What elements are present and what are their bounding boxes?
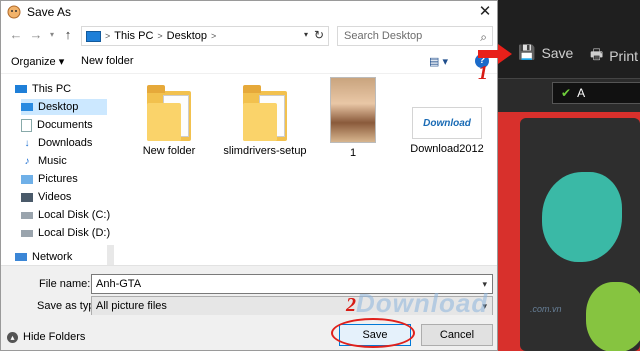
sidebar-item-label: Local Disk (C:) bbox=[38, 209, 111, 221]
save-button-highlight bbox=[331, 318, 415, 348]
file-name-label: slimdrivers-setup bbox=[223, 145, 307, 157]
close-button[interactable]: ✕ bbox=[475, 3, 495, 21]
file-item-slimdrivers-setup[interactable]: slimdrivers-setup bbox=[217, 85, 313, 157]
image-thumbnail bbox=[330, 77, 376, 143]
videos-icon bbox=[21, 192, 33, 202]
breadcrumb-separator: > bbox=[211, 31, 217, 41]
file-name-label: New folder bbox=[142, 145, 196, 157]
change-view-button[interactable]: ▤ ▾ bbox=[429, 55, 448, 68]
background-artwork bbox=[490, 112, 640, 351]
recent-locations-dropdown-icon[interactable]: ▾ bbox=[45, 27, 59, 43]
breadcrumb-desktop[interactable]: Desktop bbox=[167, 30, 207, 42]
file-item-1[interactable]: 1 bbox=[313, 77, 393, 159]
background-status-bar: ✔ A bbox=[552, 82, 640, 104]
breadcrumb-this-pc[interactable]: This PC bbox=[114, 30, 153, 42]
checkmark-icon: ✔ bbox=[561, 86, 572, 100]
printer-icon: 🖶 bbox=[590, 46, 604, 62]
file-item-new-folder[interactable]: New folder bbox=[129, 85, 209, 157]
up-arrow-icon[interactable]: ↑ bbox=[61, 27, 75, 43]
folder-icon bbox=[147, 85, 191, 141]
back-arrow-icon[interactable]: ← bbox=[9, 27, 23, 43]
sidebar-item-local-disk-c[interactable]: Local Disk (C:) bbox=[21, 207, 121, 223]
sidebar-item-downloads[interactable]: ↓ Downloads bbox=[21, 135, 121, 151]
command-bar: Organize ▾ New folder ▤ ▾ ? bbox=[1, 49, 497, 74]
new-folder-button[interactable]: New folder bbox=[81, 55, 134, 67]
search-placeholder: Search Desktop bbox=[344, 30, 423, 42]
computer-icon bbox=[15, 85, 27, 93]
dialog-title: Save As bbox=[27, 5, 72, 19]
sidebar-item-label: Local Disk (D:) bbox=[38, 227, 111, 239]
floppy-disk-icon: 💾 bbox=[518, 44, 536, 60]
background-status-label: A bbox=[577, 86, 586, 100]
background-toolbar: 💾 Save 🖶 Print bbox=[490, 0, 640, 79]
forward-arrow-icon[interactable]: → bbox=[29, 27, 43, 43]
background-save-label: Save bbox=[541, 44, 574, 61]
file-name-label: 1 bbox=[349, 147, 357, 159]
sidebar-item-label: This PC bbox=[32, 83, 72, 95]
sidebar-item-label: Desktop bbox=[38, 101, 79, 113]
hide-folders-label: Hide Folders bbox=[23, 331, 86, 343]
cancel-button[interactable]: Cancel bbox=[421, 324, 493, 346]
downloads-icon: ↓ bbox=[24, 137, 30, 149]
navigation-pane: This PC Desktop Documents ↓ Downloads ♪ … bbox=[1, 75, 115, 335]
file-item-download2012[interactable]: Download Download2012 bbox=[407, 107, 487, 155]
thumbnail-text: Download bbox=[423, 117, 471, 129]
sidebar-item-label: Documents bbox=[37, 119, 93, 131]
background-print-button[interactable]: 🖶 Print bbox=[590, 44, 638, 68]
watermark-text: Download bbox=[356, 288, 489, 318]
music-icon: ♪ bbox=[24, 155, 30, 167]
address-bar[interactable]: > This PC > Desktop > ▾ ↻ bbox=[81, 26, 329, 46]
drive-icon bbox=[21, 229, 33, 237]
address-dropdown-icon[interactable]: ▾ bbox=[304, 30, 308, 39]
step-one-marker: 1 bbox=[478, 62, 488, 84]
image-thumbnail: Download bbox=[412, 107, 482, 139]
sidebar-item-desktop[interactable]: Desktop bbox=[21, 99, 107, 115]
sidebar-item-videos[interactable]: Videos bbox=[21, 189, 121, 205]
pictures-icon bbox=[21, 174, 33, 184]
sidebar-item-label: Videos bbox=[38, 191, 72, 203]
sidebar-item-local-disk-d[interactable]: Local Disk (D:) bbox=[21, 225, 121, 241]
file-name-value: Anh-GTA bbox=[96, 278, 142, 290]
drive-icon bbox=[21, 211, 33, 219]
file-list: New folder slimdrivers-setup 1 Download … bbox=[115, 75, 497, 265]
close-icon: ✕ bbox=[478, 3, 492, 20]
breadcrumb-separator: > bbox=[105, 31, 111, 41]
watermark-domain: .com.vn bbox=[530, 304, 562, 314]
save-as-type-value: All picture files bbox=[96, 300, 167, 312]
sidebar-item-this-pc[interactable]: This PC bbox=[15, 81, 115, 97]
background-print-label: Print bbox=[609, 48, 639, 64]
hide-folders-button[interactable]: ▴ Hide Folders bbox=[7, 331, 85, 343]
sidebar-item-label: Downloads bbox=[38, 137, 93, 149]
sidebar-item-pictures[interactable]: Pictures bbox=[21, 171, 121, 187]
breadcrumb-separator: > bbox=[157, 31, 163, 41]
sidebar-item-documents[interactable]: Documents bbox=[21, 117, 121, 133]
documents-icon bbox=[21, 118, 32, 132]
sidebar-item-music[interactable]: ♪ Music bbox=[21, 153, 121, 169]
dialog-app-icon bbox=[7, 5, 21, 19]
organize-menu-button[interactable]: Organize ▾ bbox=[11, 55, 64, 68]
search-input[interactable]: Search Desktop ⌕ bbox=[337, 26, 493, 46]
sidebar-item-label: Network bbox=[32, 251, 73, 263]
refresh-icon[interactable]: ↻ bbox=[314, 28, 324, 42]
title-bar[interactable]: Save As ✕ bbox=[1, 1, 497, 23]
step-two-marker: 2 bbox=[346, 294, 356, 316]
artwork-green-shape bbox=[586, 282, 640, 351]
file-name-label: Download2012 bbox=[410, 143, 484, 155]
chevron-up-icon: ▴ bbox=[7, 331, 18, 343]
sidebar-item-label: Music bbox=[38, 155, 67, 167]
sidebar-item-network[interactable]: Network bbox=[15, 249, 115, 265]
sidebar-item-label: Pictures bbox=[38, 173, 78, 185]
desktop-icon bbox=[21, 103, 33, 111]
network-icon bbox=[15, 253, 27, 261]
folder-icon bbox=[243, 85, 287, 141]
dialog-footer: ▴ Hide Folders Save Cancel bbox=[1, 315, 497, 350]
computer-icon bbox=[86, 30, 101, 42]
navigation-bar: ← → ▾ ↑ > This PC > Desktop > ▾ ↻ Search… bbox=[1, 23, 497, 49]
background-save-button[interactable]: 💾 Save bbox=[518, 44, 573, 61]
artwork-teal-shape bbox=[542, 172, 622, 262]
file-name-label: File name: bbox=[39, 278, 91, 290]
